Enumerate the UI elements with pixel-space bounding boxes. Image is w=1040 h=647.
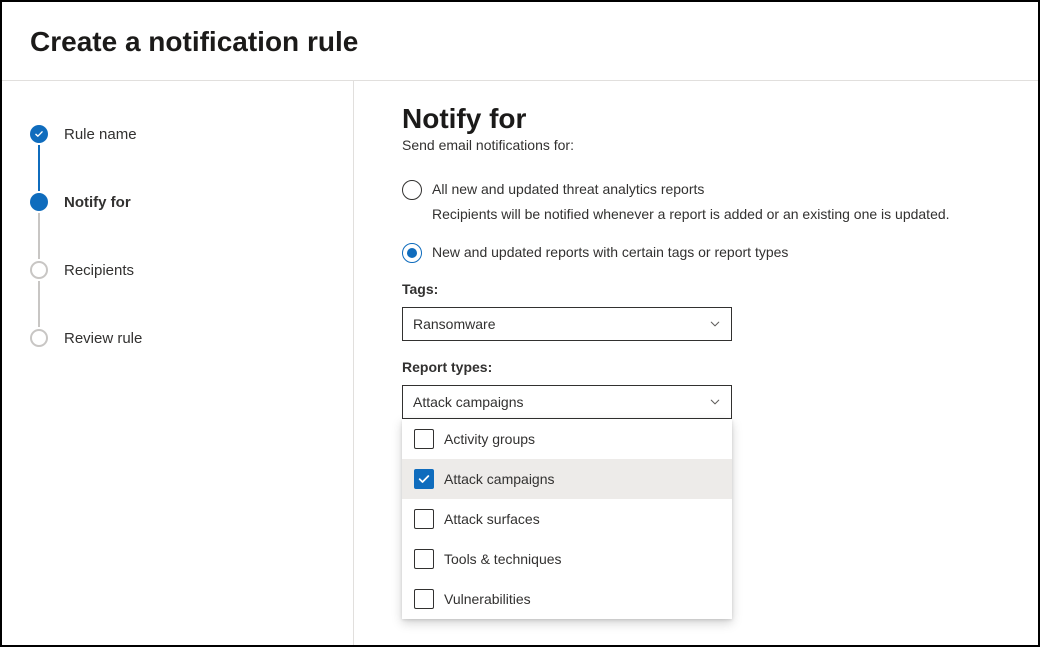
current-step-icon	[30, 193, 48, 211]
option-label: Tools & techniques	[444, 551, 562, 567]
checkbox-checked-icon	[414, 469, 434, 489]
step-label: Notify for	[64, 194, 131, 211]
radio-all-reports[interactable]: All new and updated threat analytics rep…	[402, 179, 998, 200]
pending-step-icon	[30, 329, 48, 347]
check-circle-icon	[30, 125, 48, 143]
option-label: Vulnerabilities	[444, 591, 531, 607]
checkbox-icon	[414, 429, 434, 449]
step-notify-for[interactable]: Notify for	[30, 191, 353, 213]
step-rule-name[interactable]: Rule name	[30, 123, 353, 145]
stepper: Rule name Notify for Recipients Review r…	[2, 81, 354, 645]
chevron-down-icon	[709, 396, 721, 408]
tags-dropdown[interactable]: Ransomware	[402, 307, 732, 341]
checkbox-icon	[414, 509, 434, 529]
pending-step-icon	[30, 261, 48, 279]
tags-label: Tags:	[402, 281, 998, 297]
radio-description: Recipients will be notified whenever a r…	[432, 204, 998, 224]
section-heading: Notify for	[402, 103, 998, 135]
report-types-listbox[interactable]: Activity groups Attack campaigns Attack …	[402, 419, 732, 619]
chevron-down-icon	[709, 318, 721, 330]
option-attack-surfaces[interactable]: Attack surfaces	[402, 499, 732, 539]
section-subtitle: Send email notifications for:	[402, 137, 998, 153]
option-label: Attack surfaces	[444, 511, 540, 527]
radio-label: All new and updated threat analytics rep…	[432, 179, 704, 199]
step-label: Rule name	[64, 126, 137, 143]
header: Create a notification rule	[2, 2, 1038, 81]
step-label: Recipients	[64, 262, 134, 279]
tags-value: Ransomware	[413, 316, 709, 332]
radio-label: New and updated reports with certain tag…	[432, 242, 788, 262]
step-review-rule[interactable]: Review rule	[30, 327, 353, 349]
step-label: Review rule	[64, 330, 142, 347]
step-connector	[38, 213, 40, 259]
step-recipients[interactable]: Recipients	[30, 259, 353, 281]
option-tools-techniques[interactable]: Tools & techniques	[402, 539, 732, 579]
step-connector	[38, 281, 40, 327]
option-attack-campaigns[interactable]: Attack campaigns	[402, 459, 732, 499]
option-vulnerabilities[interactable]: Vulnerabilities	[402, 579, 732, 619]
radio-icon	[402, 180, 422, 200]
radio-icon	[402, 243, 422, 263]
option-label: Attack campaigns	[444, 471, 555, 487]
checkbox-icon	[414, 549, 434, 569]
option-activity-groups[interactable]: Activity groups	[402, 419, 732, 459]
report-types-label: Report types:	[402, 359, 998, 375]
step-connector	[38, 145, 40, 191]
radio-certain-tags[interactable]: New and updated reports with certain tag…	[402, 242, 998, 263]
report-types-value: Attack campaigns	[413, 394, 709, 410]
checkbox-icon	[414, 589, 434, 609]
report-types-dropdown[interactable]: Attack campaigns	[402, 385, 732, 419]
main-panel: Notify for Send email notifications for:…	[354, 81, 1038, 645]
option-label: Activity groups	[444, 431, 535, 447]
page-title: Create a notification rule	[30, 26, 1010, 58]
